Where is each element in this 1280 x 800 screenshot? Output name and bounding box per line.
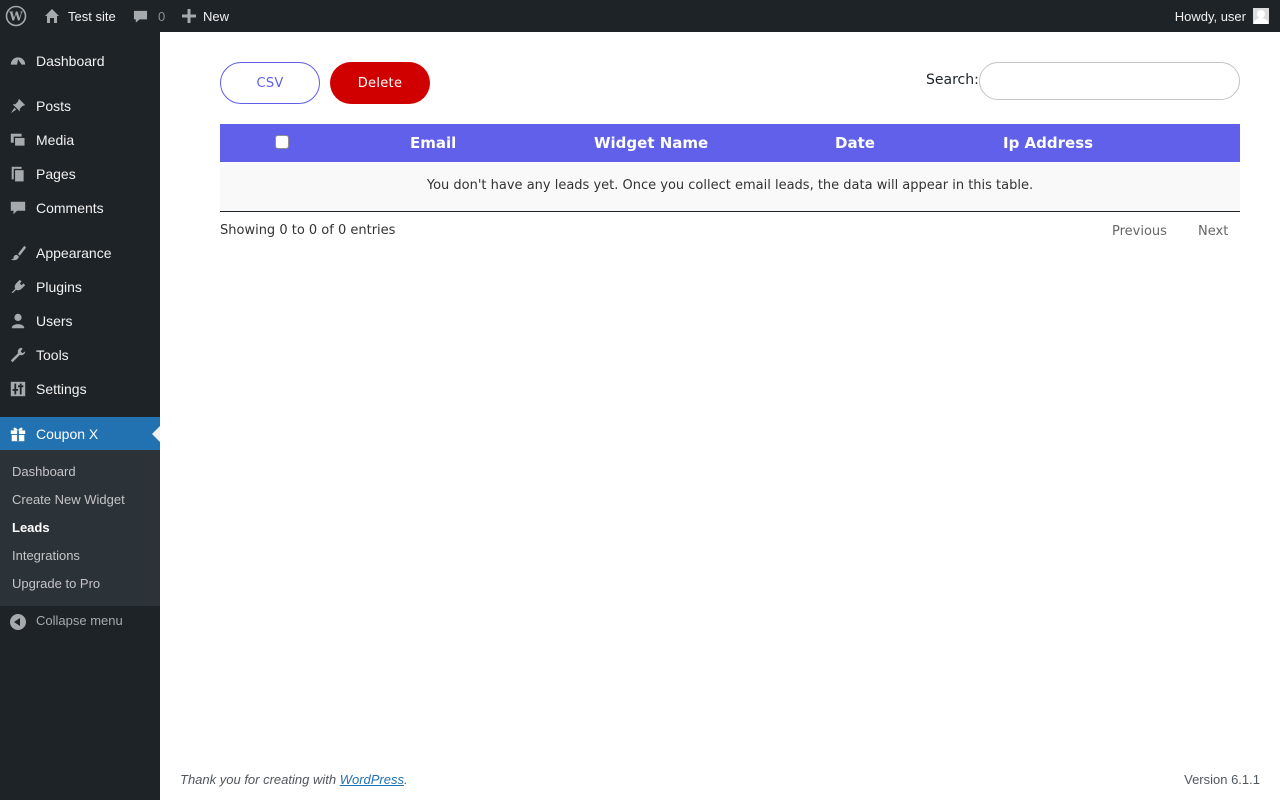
sidebar-item-settings[interactable]: Settings xyxy=(0,372,160,406)
sidebar-item-label: Users xyxy=(36,313,73,329)
empty-table-message: You don't have any leads yet. Once you c… xyxy=(426,178,1034,193)
wrench-icon xyxy=(10,347,26,363)
delete-button[interactable]: Delete xyxy=(330,62,430,104)
wordpress-logo-icon[interactable]: W xyxy=(5,0,27,32)
footer-thanks: Thank you for creating with WordPress. xyxy=(180,772,408,787)
pages-icon xyxy=(11,166,25,183)
gift-icon xyxy=(10,427,26,442)
wordpress-link[interactable]: WordPress xyxy=(340,772,404,787)
sidebar-item-users[interactable]: Users xyxy=(0,304,160,338)
user-icon xyxy=(11,313,25,329)
search-label: Search: xyxy=(926,72,979,88)
pushpin-icon xyxy=(10,98,26,114)
sidebar-item-label: Posts xyxy=(36,98,72,114)
sidebar-item-plugins[interactable]: Plugins xyxy=(0,270,160,304)
avatar xyxy=(1253,8,1269,24)
sidebar-item-label: Tools xyxy=(36,347,69,363)
footer-thanks-suffix: . xyxy=(404,772,408,787)
column-header-email[interactable]: Email xyxy=(410,134,456,152)
select-all-checkbox[interactable] xyxy=(275,135,289,149)
submenu-item-leads[interactable]: Leads xyxy=(12,520,50,535)
comments-count: 0 xyxy=(158,8,166,24)
collapse-arrow-icon xyxy=(10,614,26,630)
sidebar-item-label: Comments xyxy=(36,200,104,216)
collapse-menu-button[interactable]: Collapse menu xyxy=(0,606,160,636)
plug-icon xyxy=(11,279,26,294)
new-label: New xyxy=(203,8,230,24)
sidebar-item-label: Settings xyxy=(36,381,87,397)
sidebar-item-label: Plugins xyxy=(36,279,82,295)
sidebar-item-dashboard[interactable]: Dashboard xyxy=(0,44,160,78)
howdy-text: Howdy, user xyxy=(1174,8,1246,24)
admin-bar: W Test site 0 New Howdy, user xyxy=(0,0,1280,32)
sidebar-item-appearance[interactable]: Appearance xyxy=(0,236,160,270)
sidebar-item-label: Media xyxy=(36,132,75,148)
submenu-item-create-new-widget[interactable]: Create New Widget xyxy=(12,492,125,507)
leads-table-body: You don't have any leads yet. Once you c… xyxy=(220,162,1240,212)
paintbrush-icon xyxy=(10,245,27,261)
footer-thanks-prefix: Thank you for creating with xyxy=(180,772,340,787)
sidebar-item-label: Appearance xyxy=(36,245,112,261)
sidebar-item-posts[interactable]: Posts xyxy=(0,89,160,123)
csv-export-button[interactable]: CSV xyxy=(220,62,320,104)
sidebar-item-media[interactable]: Media xyxy=(0,123,160,157)
column-header-widget-name[interactable]: Widget Name xyxy=(594,134,708,152)
search-input[interactable] xyxy=(979,62,1240,100)
media-icon xyxy=(10,133,26,147)
sidebar-item-pages[interactable]: Pages xyxy=(0,157,160,191)
sidebar-item-tools[interactable]: Tools xyxy=(0,338,160,372)
leads-table-header: Email Widget Name Date Ip Address xyxy=(220,124,1240,162)
dashboard-icon xyxy=(10,57,26,65)
admin-sidebar: Dashboard Posts Media Pages Comments App… xyxy=(0,32,160,800)
comments-link[interactable]: 0 xyxy=(133,0,165,32)
sidebar-item-label: Dashboard xyxy=(36,53,105,69)
site-name: Test site xyxy=(68,8,116,24)
submenu-item-upgrade-to-pro[interactable]: Upgrade to Pro xyxy=(12,576,100,591)
collapse-menu-label: Collapse menu xyxy=(36,613,123,628)
home-icon xyxy=(45,9,59,23)
comment-icon xyxy=(10,201,26,215)
sidebar-item-comments[interactable]: Comments xyxy=(0,191,160,225)
comment-icon xyxy=(133,10,148,23)
my-account-link[interactable]: Howdy, user xyxy=(1175,0,1269,32)
column-header-ip-address[interactable]: Ip Address xyxy=(1003,134,1093,152)
new-content-link[interactable]: New xyxy=(182,0,229,32)
sidebar-item-label: Pages xyxy=(36,166,76,182)
submenu-item-integrations[interactable]: Integrations xyxy=(12,548,80,563)
coupon-x-submenu: Dashboard Create New Widget Leads Integr… xyxy=(0,450,160,606)
table-info: Showing 0 to 0 of 0 entries xyxy=(220,223,396,238)
sliders-icon xyxy=(10,381,26,397)
sidebar-item-coupon-x[interactable]: Coupon X xyxy=(0,417,160,451)
sidebar-item-label: Coupon X xyxy=(36,426,99,442)
submenu-item-dashboard[interactable]: Dashboard xyxy=(12,464,76,479)
next-page-button[interactable]: Next xyxy=(1198,224,1228,239)
footer-version: Version 6.1.1 xyxy=(1184,772,1260,787)
previous-page-button[interactable]: Previous xyxy=(1112,224,1167,239)
plus-icon xyxy=(182,9,196,23)
site-name-link[interactable]: Test site xyxy=(44,0,116,32)
column-header-date[interactable]: Date xyxy=(835,134,875,152)
svg-text:W: W xyxy=(8,10,23,24)
